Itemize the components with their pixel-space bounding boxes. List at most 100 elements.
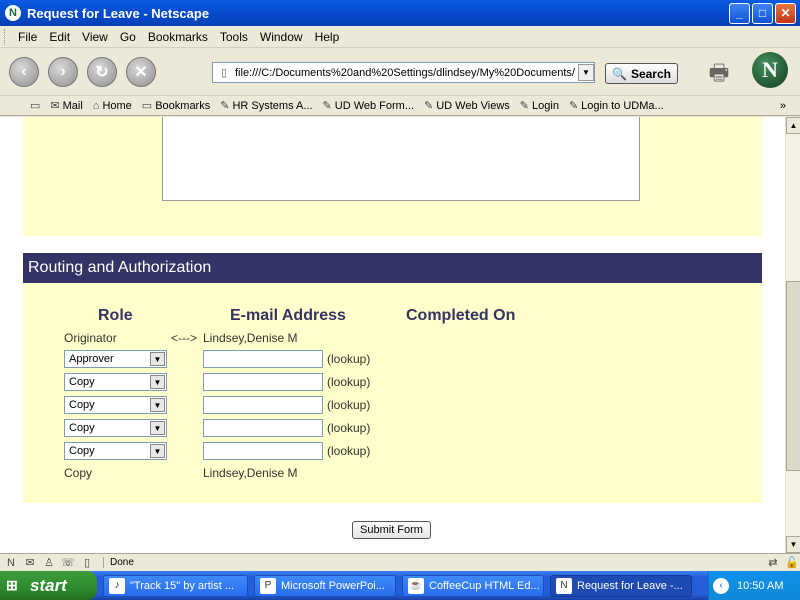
dropdown-arrow-icon[interactable]: ▼ <box>150 398 165 412</box>
taskbar-item-label: Request for Leave -... <box>577 579 683 592</box>
bookmark-icon: ✎ <box>220 100 230 112</box>
dropdown-arrow-icon[interactable]: ▼ <box>150 421 165 435</box>
scroll-up-icon[interactable]: ▲ <box>786 117 800 134</box>
bookmark-login-udma[interactable]: ✎ Login to UDMa... <box>569 99 664 113</box>
lookup-link[interactable]: (lookup) <box>327 444 370 458</box>
email-field[interactable] <box>203 396 323 414</box>
bookmark-label: Mail <box>62 99 83 112</box>
taskbar-item-media[interactable]: ♪ "Track 15" by artist ... <box>103 574 248 597</box>
taskbar-item-powerpoint[interactable]: P Microsoft PowerPoi... <box>254 574 396 597</box>
dropdown-arrow-icon[interactable]: ▼ <box>150 444 165 458</box>
menu-window[interactable]: Window <box>254 30 309 44</box>
comments-textarea[interactable] <box>162 117 640 201</box>
reload-icon: ↻ <box>95 63 109 81</box>
bookmark-home[interactable]: ⌂ Home <box>93 100 132 112</box>
section-header: Routing and Authorization <box>23 253 762 283</box>
personal-toolbar: ▭ ✉ Mail ⌂ Home ▭ Bookmarks ✎ HR Systems A..… <box>0 96 800 116</box>
bookmark-ud-web-views[interactable]: ✎ UD Web Views <box>424 99 510 113</box>
menu-help[interactable]: Help <box>309 30 346 44</box>
lookup-link[interactable]: (lookup) <box>327 421 370 435</box>
close-button[interactable]: ✕ <box>775 2 796 24</box>
dropdown-arrow-icon[interactable]: ▼ <box>150 375 165 389</box>
originator-arrow: <---> <box>171 331 198 345</box>
start-label: start <box>30 575 67 595</box>
menu-edit[interactable]: Edit <box>43 30 76 44</box>
chat-icon[interactable]: ☏ <box>60 556 76 569</box>
dropdown-arrow-icon[interactable]: ▼ <box>150 352 165 366</box>
show-hidden-icons-icon[interactable]: ‹ <box>713 577 729 594</box>
netscape-status-icon[interactable]: N <box>3 557 19 569</box>
reload-button[interactable]: ↻ <box>87 56 117 87</box>
role-select[interactable]: Copy ▼ <box>64 442 167 460</box>
originator-name: Lindsey,Denise M <box>203 331 298 345</box>
submit-form-button[interactable]: Submit Form <box>352 521 431 539</box>
mail-status-icon[interactable]: ✉ <box>22 556 38 569</box>
email-field[interactable] <box>203 350 323 368</box>
stop-button[interactable]: ✕ <box>126 56 156 87</box>
menu-tools[interactable]: Tools <box>214 30 254 44</box>
menu-file[interactable]: File <box>12 30 43 44</box>
bookmark-label: Bookmarks <box>155 99 211 112</box>
lookup-link[interactable]: (lookup) <box>327 375 370 389</box>
bookmark-label: UD Web Views <box>436 99 510 112</box>
bookmark-bookmarks[interactable]: ▭ Bookmarks <box>142 99 211 113</box>
start-button[interactable]: ⊞ start <box>0 571 97 600</box>
bookmark-hr-systems[interactable]: ✎ HR Systems A... <box>220 99 313 113</box>
bookmark-label: HR Systems A... <box>232 99 313 112</box>
role-select[interactable]: Copy ▼ <box>64 396 167 414</box>
coffeecup-icon: ☕ <box>408 577 424 594</box>
role-select[interactable]: Copy ▼ <box>64 419 167 437</box>
bookmark-label: Home <box>102 99 132 112</box>
back-button[interactable]: ‹ <box>9 56 39 87</box>
url-bar[interactable]: ▯ file:///C:/Documents%20and%20Settings/… <box>212 62 595 83</box>
bookmark-ud-web-form[interactable]: ✎ UD Web Form... <box>323 99 414 113</box>
url-text[interactable]: file:///C:/Documents%20and%20Settings/dl… <box>235 67 578 79</box>
home-icon: ⌂ <box>92 99 100 112</box>
window-titlebar: N Request for Leave - Netscape _ □ ✕ <box>0 0 800 26</box>
search-button[interactable]: 🔍 Search <box>605 63 678 84</box>
role-select[interactable]: Copy ▼ <box>64 373 167 391</box>
status-text: Done <box>103 557 762 568</box>
mail-icon: ✉ <box>50 100 60 112</box>
composer-icon[interactable]: ♙ <box>41 556 57 569</box>
tab-icon[interactable]: ▭ <box>30 99 40 112</box>
taskbar-item-label: "Track 15" by artist ... <box>130 579 234 592</box>
stop-icon: ✕ <box>134 63 148 81</box>
address-book-icon[interactable]: ▯ <box>79 556 95 569</box>
security-lock-icon[interactable]: 🔓 <box>784 556 800 569</box>
scroll-down-icon[interactable]: ▼ <box>786 536 800 553</box>
minimize-button[interactable]: _ <box>729 2 750 24</box>
taskbar-item-netscape[interactable]: N Request for Leave -... <box>550 574 692 597</box>
netscape-app-icon: N <box>5 5 21 21</box>
bookmark-label: Login <box>532 99 559 112</box>
originator-role: Originator <box>64 331 117 345</box>
page-content: Routing and Authorization Role E-mail Ad… <box>0 117 785 553</box>
page-icon: ▯ <box>220 66 228 79</box>
lookup-link[interactable]: (lookup) <box>327 352 370 366</box>
menu-bookmarks[interactable]: Bookmarks <box>142 30 214 44</box>
clock: 10:50 AM <box>737 579 784 592</box>
taskbar-item-coffeecup[interactable]: ☕ CoffeeCup HTML Ed... <box>402 574 544 597</box>
bookmark-mail[interactable]: ✉ Mail <box>50 99 83 113</box>
email-field[interactable] <box>203 373 323 391</box>
forward-button[interactable]: › <box>48 56 78 87</box>
netscape-logo[interactable]: N <box>752 52 788 88</box>
toolbar-grip <box>4 28 8 45</box>
maximize-button[interactable]: □ <box>752 2 773 24</box>
toolbar-overflow-button[interactable]: » <box>780 100 786 112</box>
url-dropdown-icon[interactable]: ▼ <box>578 64 594 81</box>
print-icon[interactable]: 🖶 <box>700 56 738 88</box>
vertical-scrollbar[interactable]: ▲ ▼ <box>785 117 800 553</box>
menu-view[interactable]: View <box>76 30 114 44</box>
system-tray: ‹ 10:50 AM <box>708 571 800 600</box>
menu-bar: File Edit View Go Bookmarks Tools Window… <box>0 26 800 48</box>
role-select[interactable]: Approver ▼ <box>64 350 167 368</box>
email-field[interactable] <box>203 442 323 460</box>
email-field[interactable] <box>203 419 323 437</box>
role-select-value: Copy <box>69 376 95 388</box>
lookup-link[interactable]: (lookup) <box>327 398 370 412</box>
bookmark-login[interactable]: ✎ Login <box>520 99 559 113</box>
scroll-thumb[interactable] <box>786 281 800 471</box>
taskbar-item-label: CoffeeCup HTML Ed... <box>429 579 540 592</box>
menu-go[interactable]: Go <box>114 30 142 44</box>
